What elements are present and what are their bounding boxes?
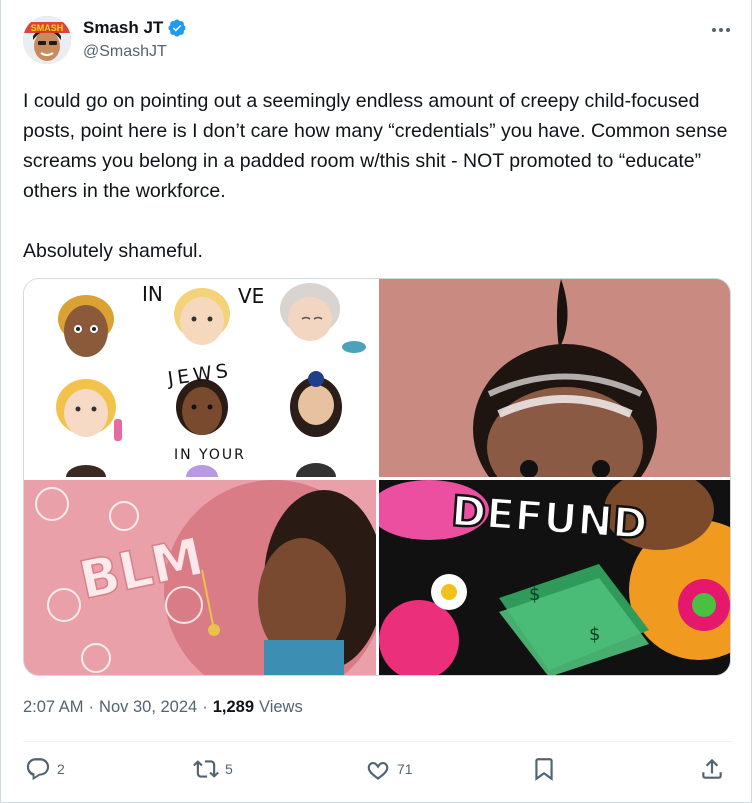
bookmark-icon: [535, 758, 553, 781]
share-button[interactable]: [699, 756, 725, 782]
like-count: 71: [397, 761, 413, 777]
reply-count: 2: [57, 761, 65, 777]
avatar-badge-text: SMASH: [31, 23, 64, 33]
image1-text-bottom: IN YOUR: [174, 447, 246, 463]
views-label: Views: [259, 698, 303, 716]
retweet-button[interactable]: 5: [193, 756, 233, 782]
reply-button[interactable]: 2: [25, 756, 65, 782]
share-icon: [702, 758, 722, 779]
verified-badge-icon: [168, 19, 186, 37]
tweet-text: I could go on pointing out a seemingly e…: [23, 90, 728, 262]
handle[interactable]: @SmashJT: [83, 43, 167, 61]
image1-text-top-right: VE: [238, 284, 264, 308]
views-count: 1,289: [212, 698, 254, 716]
dollar-glyph-2: $: [589, 624, 600, 645]
media-grid: IN VE JEWS IN YOUR BLM $ $ DEFUND: [23, 278, 731, 676]
meta-separator: ·: [88, 698, 95, 716]
bookmark-button[interactable]: [531, 756, 557, 782]
like-icon: [367, 761, 389, 780]
image1-text-top-left: IN: [142, 282, 163, 306]
tweet-time[interactable]: 2:07 AM: [23, 698, 84, 717]
media-image-3[interactable]: BLM: [24, 480, 376, 675]
action-bar: 2 5 71: [23, 756, 733, 788]
tweet-meta: 2:07 AM · Nov 30, 2024 · 1,289 Views: [23, 698, 303, 717]
media-image-2[interactable]: [379, 279, 730, 477]
media-image-1[interactable]: IN VE JEWS IN YOUR: [24, 279, 376, 477]
display-name[interactable]: Smash JT: [83, 18, 163, 38]
tweet-card[interactable]: SMASH Smash JT @SmashJT I could go on po…: [0, 0, 752, 803]
avatar[interactable]: SMASH: [23, 16, 71, 64]
retweet-count: 5: [225, 761, 233, 777]
tweet-header: SMASH Smash JT @SmashJT: [23, 16, 733, 64]
divider: [23, 741, 733, 742]
name-row: Smash JT: [83, 18, 187, 38]
media-image-4[interactable]: $ $ DEFUND: [379, 480, 730, 675]
retweet-icon: [193, 760, 219, 778]
meta-separator-2: ·: [202, 698, 208, 716]
tweet-date[interactable]: Nov 30, 2024: [99, 698, 197, 717]
reply-icon: [26, 758, 50, 781]
like-button[interactable]: 71: [365, 756, 413, 782]
dollar-glyph-1: $: [529, 584, 540, 605]
more-icon[interactable]: [709, 20, 733, 40]
